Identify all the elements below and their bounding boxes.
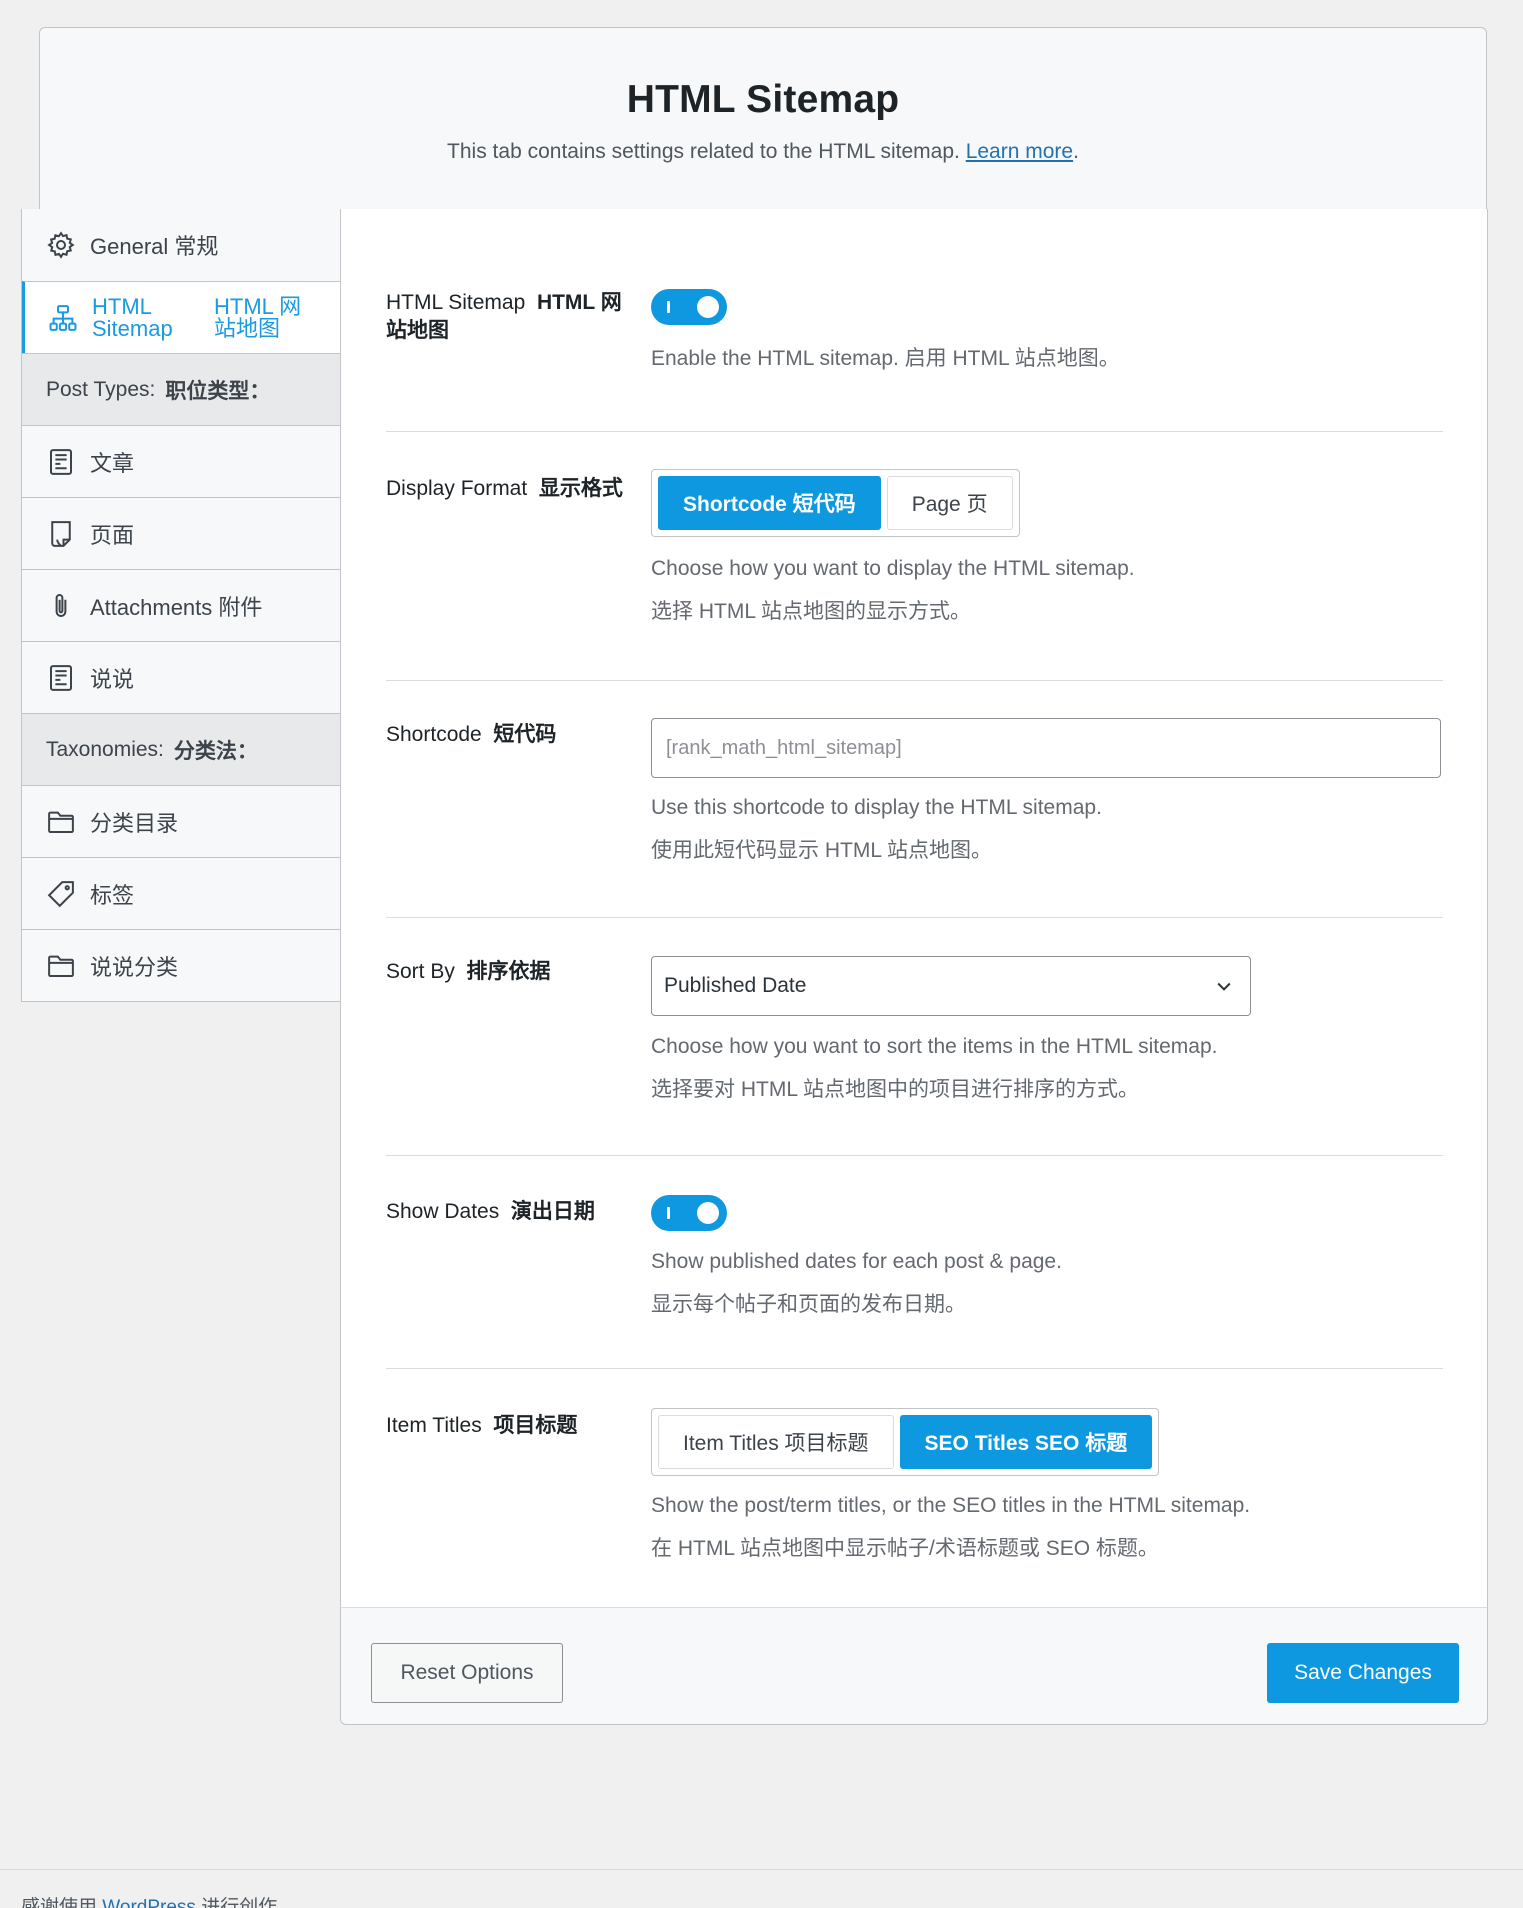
display-format-page-option[interactable]: Page 页 bbox=[886, 476, 1013, 530]
setting-label: HTML Sitemap HTML 网站地图 bbox=[386, 291, 622, 342]
setting-description-zh: 显示每个帖子和页面的发布日期。 bbox=[651, 1293, 966, 1316]
toggle-on-mark bbox=[667, 301, 670, 313]
item-titles-switcher: Item Titles 项目标题 SEO Titles SEO 标题 bbox=[651, 1408, 1160, 1476]
document-icon bbox=[44, 661, 78, 695]
setting-control: Show published dates for each post & pag… bbox=[651, 1195, 1062, 1326]
sidebar-item-label: Attachments 附件 bbox=[90, 594, 263, 620]
description-text: This tab contains settings related to th… bbox=[447, 140, 960, 163]
seo-titles-option[interactable]: SEO Titles SEO 标题 bbox=[899, 1415, 1153, 1469]
reset-options-button[interactable]: Reset Options bbox=[371, 1643, 563, 1703]
setting-description-zh: 使用此短代码显示 HTML 站点地图。 bbox=[651, 839, 993, 862]
footer-suffix: 进行创作 bbox=[201, 1897, 278, 1908]
footer-prefix: 感谢使用 bbox=[21, 1897, 98, 1908]
setting-description-en: Show published dates for each post & pag… bbox=[651, 1250, 1062, 1273]
setting-description-zh: 在 HTML 站点地图中显示帖子/术语标题或 SEO 标题。 bbox=[651, 1537, 1159, 1560]
sidebar-item-html-sitemap[interactable]: HTML Sitemap HTML 网站地图 bbox=[22, 281, 340, 353]
setting-control: [rank_math_html_sitemap] Use this shortc… bbox=[651, 718, 1441, 872]
tag-icon bbox=[44, 877, 78, 911]
page-description: This tab contains settings related to th… bbox=[40, 140, 1486, 164]
setting-display-format: Display Format 显示格式 Shortcode 短代码 Page 页… bbox=[386, 432, 1443, 681]
wordpress-link[interactable]: WordPress bbox=[102, 1897, 196, 1908]
description-period: . bbox=[1073, 140, 1079, 163]
section-label-en: Post Types: bbox=[46, 377, 156, 401]
page-icon bbox=[44, 517, 78, 551]
item-titles-option[interactable]: Item Titles 项目标题 bbox=[658, 1415, 894, 1469]
page-title: HTML Sitemap bbox=[626, 78, 900, 121]
setting-control: Published Date Choose how you want to so… bbox=[651, 956, 1251, 1111]
setting-control: Enable the HTML sitemap. 启用 HTML 站点地图。 bbox=[651, 289, 1120, 380]
learn-more-link[interactable]: Learn more bbox=[966, 140, 1073, 163]
display-format-switcher: Shortcode 短代码 Page 页 bbox=[651, 469, 1020, 537]
setting-description-zh: 选择 HTML 站点地图的显示方式。 bbox=[651, 600, 972, 623]
settings-sidebar: General 常规 HTML Sitemap HTML 网站地图 Post T… bbox=[21, 209, 341, 1002]
sidebar-item-attachments[interactable]: Attachments 附件 bbox=[22, 569, 340, 641]
section-label-en: Taxonomies: bbox=[46, 737, 164, 761]
chevron-down-icon bbox=[1214, 976, 1234, 996]
gear-icon bbox=[44, 228, 78, 262]
setting-description-en: Use this shortcode to display the HTML s… bbox=[651, 796, 1102, 819]
sidebar-item-general[interactable]: General 常规 bbox=[22, 209, 340, 281]
sitemap-icon bbox=[46, 301, 80, 335]
sidebar-item-label-en: HTML Sitemap bbox=[92, 293, 173, 341]
save-changes-button[interactable]: Save Changes bbox=[1267, 1643, 1459, 1703]
setting-description-en: Choose how you want to sort the items in… bbox=[651, 1035, 1218, 1058]
sidebar-item-categories[interactable]: 分类目录 bbox=[22, 785, 340, 857]
setting-label: Display Format 显示格式 bbox=[386, 477, 623, 500]
document-icon bbox=[44, 445, 78, 479]
setting-label: Sort By 排序依据 bbox=[386, 960, 551, 983]
setting-item-titles: Item Titles 项目标题 Item Titles 项目标题 SEO Ti… bbox=[386, 1369, 1443, 1608]
setting-label: Item Titles 项目标题 bbox=[386, 1414, 578, 1437]
toggle-on-mark bbox=[667, 1207, 670, 1219]
setting-description-en: Show the post/term titles, or the SEO ti… bbox=[651, 1494, 1251, 1517]
sidebar-item-label: 说说分类 bbox=[90, 954, 179, 980]
sidebar-section-taxonomies: Taxonomies: 分类法： bbox=[22, 713, 340, 785]
sidebar-item-shuoshuo-categories[interactable]: 说说分类 bbox=[22, 929, 340, 1001]
setting-html-sitemap: HTML Sitemap HTML 网站地图 Enable the HTML s… bbox=[386, 289, 1443, 432]
setting-description-en: Choose how you want to display the HTML … bbox=[651, 557, 1135, 580]
setting-label: Show Dates 演出日期 bbox=[386, 1200, 595, 1223]
html-sitemap-toggle[interactable] bbox=[651, 289, 727, 325]
shortcode-field[interactable]: [rank_math_html_sitemap] bbox=[651, 718, 1441, 778]
folder-icon bbox=[44, 805, 78, 839]
setting-control: Shortcode 短代码 Page 页 Choose how you want… bbox=[651, 469, 1135, 633]
setting-description-zh: 选择要对 HTML 站点地图中的项目进行排序的方式。 bbox=[651, 1078, 1140, 1101]
sidebar-item-shuoshuo[interactable]: 说说 bbox=[22, 641, 340, 713]
setting-show-dates: Show Dates 演出日期 Show published dates for… bbox=[386, 1156, 1443, 1369]
setting-label: Shortcode 短代码 bbox=[386, 723, 557, 746]
show-dates-toggle[interactable] bbox=[651, 1195, 727, 1231]
sidebar-item-pages[interactable]: 页面 bbox=[22, 497, 340, 569]
admin-footer: 感谢使用 WordPress 进行创作 bbox=[0, 1869, 1523, 1908]
page: HTML Sitemap This tab contains settings … bbox=[0, 0, 1523, 1908]
sidebar-item-label: 文章 bbox=[90, 450, 135, 476]
setting-description: Enable the HTML sitemap. 启用 HTML 站点地图。 bbox=[651, 347, 1120, 370]
sidebar-section-post-types: Post Types: 职位类型： bbox=[22, 353, 340, 425]
setting-control: Item Titles 项目标题 SEO Titles SEO 标题 Show … bbox=[651, 1408, 1250, 1570]
sidebar-item-label: 说说 bbox=[90, 666, 135, 692]
paperclip-icon bbox=[44, 589, 78, 623]
settings-panel: HTML Sitemap HTML 网站地图 Enable the HTML s… bbox=[340, 209, 1488, 1608]
footer-text: 感谢使用 WordPress 进行创作 bbox=[21, 1892, 1523, 1908]
toggle-knob bbox=[697, 1202, 719, 1224]
page-header: HTML Sitemap This tab contains settings … bbox=[39, 27, 1487, 209]
sidebar-item-label: General 常规 bbox=[90, 234, 219, 259]
setting-shortcode: Shortcode 短代码 [rank_math_html_sitemap] U… bbox=[386, 681, 1443, 918]
sort-by-value: Published Date bbox=[664, 974, 807, 997]
setting-sort-by: Sort By 排序依据 Published Date Choose how y… bbox=[386, 918, 1443, 1156]
sidebar-item-label: 页面 bbox=[90, 522, 135, 548]
settings-footer: Reset Options Save Changes bbox=[340, 1607, 1488, 1725]
folder-icon bbox=[44, 949, 78, 983]
sidebar-item-posts[interactable]: 文章 bbox=[22, 425, 340, 497]
sidebar-item-label: HTML Sitemap HTML 网站地图 bbox=[92, 293, 310, 341]
sidebar-item-tags[interactable]: 标签 bbox=[22, 857, 340, 929]
section-label-zh: 职位类型： bbox=[165, 379, 271, 403]
display-format-shortcode-option[interactable]: Shortcode 短代码 bbox=[658, 476, 881, 530]
sidebar-item-label: 标签 bbox=[90, 882, 135, 908]
toggle-knob bbox=[697, 296, 719, 318]
sort-by-select[interactable]: Published Date bbox=[651, 956, 1251, 1016]
sidebar-item-label-zh: HTML 网站地图 bbox=[214, 293, 302, 341]
section-label-zh: 分类法： bbox=[173, 739, 258, 763]
sidebar-item-label: 分类目录 bbox=[90, 810, 179, 836]
